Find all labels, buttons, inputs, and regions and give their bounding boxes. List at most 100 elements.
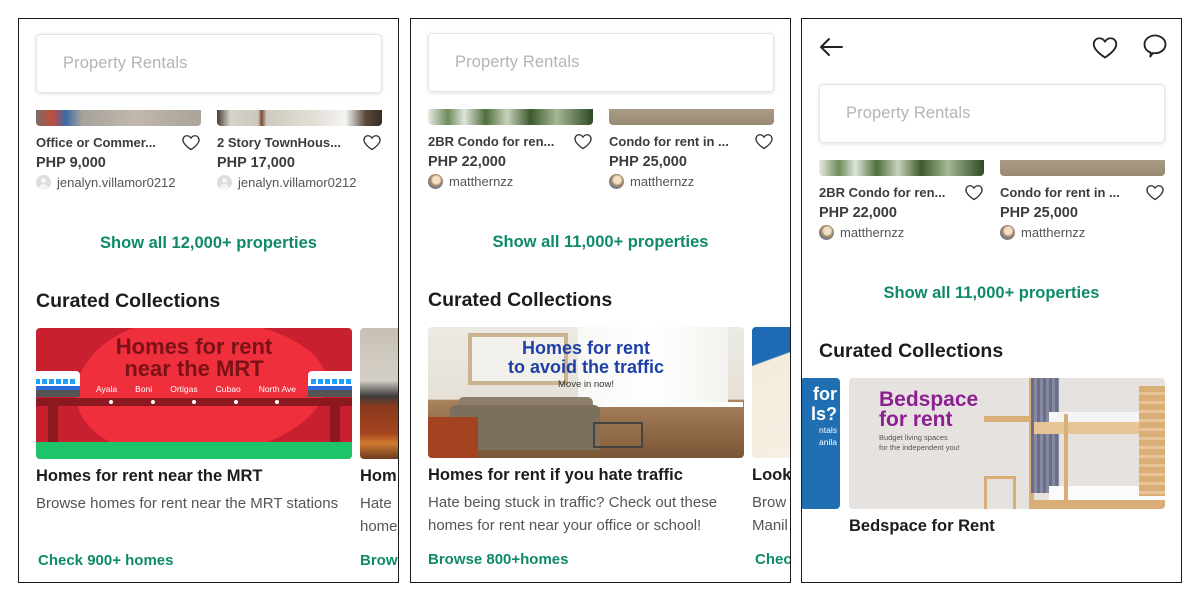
listing-card[interactable]: 2 Story TownHous... PHP 17,000 jenalyn.v… [217, 110, 382, 190]
banner-headline-line: for rent [879, 408, 953, 431]
show-all-properties-link[interactable]: Show all 12,000+ properties [19, 234, 398, 253]
back-button[interactable] [817, 33, 845, 61]
listing-seller[interactable]: jenalyn.villamor0212 [217, 175, 382, 190]
banner-shelf [984, 416, 1029, 422]
avatar [609, 174, 624, 189]
section-title: Curated Collections [819, 340, 1004, 362]
station-label: Boni [135, 384, 153, 394]
section-title: Curated Collections [428, 289, 613, 311]
chat-bubble-icon [1143, 34, 1167, 58]
banner-ladder [1064, 414, 1068, 509]
listing-thumbnail[interactable] [819, 160, 984, 176]
banner-headline: Bedspace for rent [879, 388, 979, 431]
listing-seller[interactable]: matthernzz [428, 174, 593, 189]
section-title: Curated Collections [36, 290, 221, 312]
station-labels: Ayala Boni Ortigas Cubao North Ave [96, 384, 296, 394]
station-label: Ortigas [170, 384, 198, 394]
station-label: Cubao [215, 384, 241, 394]
station-label: Ayala [96, 384, 118, 394]
listing-thumbnail[interactable] [609, 109, 774, 125]
listing-thumbnail[interactable] [36, 110, 201, 126]
partial-banner-line: for [813, 384, 837, 404]
search-placeholder: Property Rentals [63, 54, 188, 72]
listing-seller[interactable]: matthernzz [609, 174, 774, 189]
listing-card[interactable]: 2BR Condo for ren... PHP 22,000 matthern… [819, 160, 984, 240]
avatar [217, 175, 232, 190]
listing-thumbnail[interactable] [428, 109, 593, 125]
listing-card[interactable]: 2BR Condo for ren... PHP 22,000 matthern… [428, 109, 593, 189]
chat-button[interactable] [1141, 32, 1169, 60]
collection-description: Hate being stuck in traffic? Check out t… [428, 494, 718, 534]
heart-icon[interactable] [181, 132, 201, 152]
collection-title[interactable]: Hom [360, 467, 398, 486]
listing-thumbnail[interactable] [217, 110, 382, 126]
collection-banner[interactable] [360, 328, 398, 459]
show-all-properties-link[interactable]: Show all 11,000+ properties [411, 233, 790, 252]
rail-pillar [330, 406, 340, 446]
collection-link[interactable]: Check 900+ homes [38, 552, 174, 569]
banner-subtitle-line: Budget living spaces [879, 433, 948, 442]
banner-headline: Homes for rent near the MRT [36, 336, 352, 380]
collection-banner-bedspace[interactable]: Bedspace for rent Budget living spaces f… [849, 378, 1165, 509]
show-all-properties-link[interactable]: Show all 11,000+ properties [802, 284, 1181, 303]
banner-headline-line: Bedspace [879, 388, 979, 411]
partial-banner-line: ntals [819, 425, 837, 435]
search-placeholder: Property Rentals [455, 53, 580, 71]
listing-card[interactable]: Office or Commer... PHP 9,000 jenalyn.vi… [36, 110, 201, 190]
seller-name: jenalyn.villamor0212 [238, 175, 357, 190]
partial-banner-line: anila [819, 437, 837, 447]
collection-link[interactable]: Browse 800+homes [428, 551, 569, 568]
heart-icon[interactable] [1145, 182, 1165, 202]
banner-slats [1139, 386, 1165, 496]
station-label: North Ave [258, 384, 296, 394]
avatar [36, 175, 51, 190]
listing-card[interactable]: Condo for rent in ... PHP 25,000 matther… [609, 109, 774, 189]
collection-banner[interactable] [752, 327, 790, 458]
banner-table [593, 422, 643, 448]
collection-title[interactable]: Look [752, 466, 790, 485]
collection-card-partial[interactable]: Look Brow Manil Chec [752, 327, 790, 568]
collection-card[interactable]: Homes for rent near the MRT Ayala Boni O… [36, 328, 352, 569]
collection-title[interactable]: Bedspace for Rent [849, 517, 1165, 536]
listing-seller[interactable]: matthernzz [1000, 225, 1165, 240]
listing-price: PHP 22,000 [819, 205, 897, 221]
listing-thumbnail[interactable] [1000, 160, 1165, 176]
search-input[interactable]: Property Rentals [428, 33, 774, 92]
collection-card[interactable]: Bedspace for rent Budget living spaces f… [849, 378, 1165, 536]
collection-banner-mrt[interactable]: Homes for rent near the MRT Ayala Boni O… [36, 328, 352, 459]
search-input[interactable]: Property Rentals [36, 34, 382, 93]
collection-link[interactable]: Brow [360, 552, 398, 569]
collection-banner-traffic[interactable]: Homes for rent to avoid the traffic Move… [428, 327, 744, 458]
listing-seller[interactable]: matthernzz [819, 225, 984, 240]
banner-subtitle: Budget living spaces for the independent… [879, 433, 960, 453]
listing-price: PHP 17,000 [217, 155, 295, 171]
heart-icon[interactable] [573, 131, 593, 151]
collection-link[interactable]: Chec [755, 551, 790, 568]
collection-card[interactable]: Homes for rent to avoid the traffic Move… [428, 327, 744, 568]
listing-card[interactable]: Condo for rent in ... PHP 25,000 matther… [1000, 160, 1165, 240]
heart-icon[interactable] [754, 131, 774, 151]
collection-banner-partial[interactable]: for ls? ntals anila [802, 378, 840, 509]
search-input[interactable]: Property Rentals [819, 84, 1165, 143]
collection-title[interactable]: Homes for rent if you hate traffic [428, 466, 744, 485]
collection-title[interactable]: Homes for rent near the MRT [36, 467, 352, 486]
banner-headline-line: near the MRT [124, 356, 264, 381]
arrow-left-icon [820, 38, 843, 56]
listing-seller[interactable]: jenalyn.villamor0212 [36, 175, 201, 190]
collection-card-partial[interactable]: Hom Hate home Brow [360, 328, 398, 569]
listing-title: 2BR Condo for ren... [428, 133, 555, 149]
heart-icon[interactable] [362, 132, 382, 152]
favorite-button[interactable] [1091, 33, 1119, 61]
seller-name: matthernzz [449, 174, 514, 189]
banner-subtitle: Move in now! [558, 379, 614, 390]
partial-banner-headline: for ls? [802, 384, 840, 424]
collection-description: Browse homes for rent near the MRT stati… [36, 495, 339, 512]
banner-chair [428, 417, 478, 458]
listing-title: Condo for rent in ... [609, 133, 729, 149]
heart-icon[interactable] [964, 182, 984, 202]
banner-headline-line: to avoid the traffic [507, 357, 664, 377]
partial-banner-line: ls? [810, 404, 837, 424]
banner-curtain [1031, 378, 1059, 493]
train-icon [36, 371, 80, 397]
listing-price: PHP 9,000 [36, 155, 106, 171]
